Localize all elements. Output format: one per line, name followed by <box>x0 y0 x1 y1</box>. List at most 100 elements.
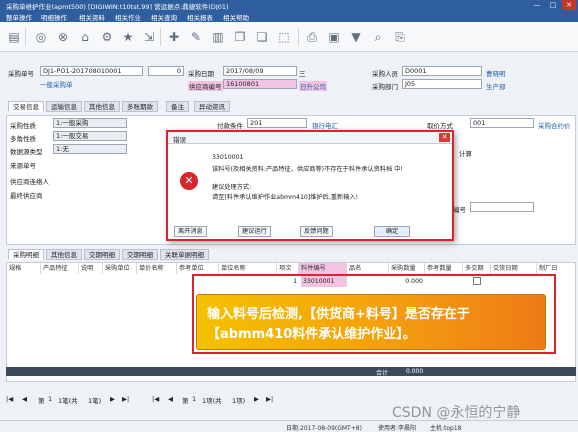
col-item-name[interactable]: 品名 <box>347 263 389 274</box>
payment-label: 付款条件 <box>217 122 243 130</box>
menu-related-jobs[interactable]: 相关作业 <box>115 12 141 22</box>
edit-icon[interactable]: ✎ <box>188 29 204 45</box>
tab-delivery-detail-2[interactable]: 交期明细 <box>122 249 158 260</box>
maximize-icon[interactable]: □ <box>546 0 560 10</box>
menu-related-reports[interactable]: 相关报表 <box>187 12 213 22</box>
pager-page[interactable]: 1 <box>48 395 52 403</box>
menu-related-help[interactable]: 相关帮助 <box>223 12 249 22</box>
toolbar-divider <box>160 28 161 46</box>
last-page-icon[interactable]: ▶| <box>122 395 129 403</box>
first-page-icon[interactable]: |◀ <box>6 395 13 403</box>
col-spec[interactable]: 规格 <box>7 263 41 274</box>
leave-message-button[interactable]: 离开消息 <box>174 226 207 237</box>
row-page[interactable]: 1 <box>192 395 196 403</box>
search-icon[interactable]: ⌕ <box>370 29 386 45</box>
col-purchase-unit[interactable]: 采购单位 <box>103 263 137 274</box>
po-date-field[interactable]: 2017/08/09 <box>223 66 297 76</box>
col-item-seq[interactable]: 项次 <box>277 263 299 274</box>
tab-remarks[interactable]: 备注 <box>166 101 189 112</box>
data-source-select[interactable]: 1:无 <box>53 144 127 154</box>
star-icon[interactable]: ★ <box>120 29 136 45</box>
attach-icon[interactable]: ⬚ <box>276 29 292 45</box>
dept-field[interactable]: J05 <box>402 79 482 89</box>
po-no-field[interactable]: DJ1-PO1-201708010001 <box>40 66 143 76</box>
feedback-button[interactable]: 反馈问题 <box>300 226 333 237</box>
tab-change-log[interactable]: 异动资讯 <box>194 101 230 112</box>
col-unit-name[interactable]: 单价名称 <box>137 263 177 274</box>
cancel-icon[interactable]: ⊗ <box>55 29 71 45</box>
home-icon[interactable]: ⌂ <box>77 29 93 45</box>
row-last-icon[interactable]: ▶| <box>266 395 273 403</box>
error-dialog: 错误 ✕ ✕ 33010001 该料号(及相关资料:产品特征、供应商等)不存在于… <box>166 130 454 241</box>
general-order-link[interactable]: 一般采购单 <box>40 79 73 89</box>
document-icon[interactable]: ▤ <box>6 29 22 45</box>
panel-icon[interactable]: ▣ <box>326 29 342 45</box>
export-icon[interactable]: ⇲ <box>141 29 157 45</box>
number-field[interactable] <box>470 202 534 212</box>
tab-delivery-detail[interactable]: 交期明细 <box>84 249 120 260</box>
col-purchase-qty[interactable]: 采购数量 <box>389 263 425 274</box>
col-feature[interactable]: 产品特征 <box>41 263 79 274</box>
buyer-name: 曹晓明 <box>486 70 506 78</box>
next-page-icon[interactable]: ▶ <box>110 395 115 403</box>
tab-other-info-bottom[interactable]: 其他信息 <box>46 249 82 260</box>
price-method-field[interactable]: 001 <box>470 118 534 128</box>
col-item-no[interactable]: 料件编号 <box>299 263 347 274</box>
tab-shipping-info[interactable]: 运输信息 <box>46 101 82 112</box>
suggest-run-button[interactable]: 建议运行 <box>238 226 271 237</box>
print-icon[interactable]: ⎙ <box>304 29 320 45</box>
toolbar-divider <box>298 28 299 46</box>
supplier-field[interactable]: 16100801 <box>223 79 297 89</box>
prev-page-icon[interactable]: ◀ <box>22 395 27 403</box>
tab-purchase-detail[interactable]: 采购明细 <box>8 249 44 260</box>
copy-all-icon[interactable]: ❏ <box>254 29 270 45</box>
bottom-tabs: 采购明细 其他信息 交期明细 交期明细 关联单据明细 <box>8 249 308 260</box>
col-desc[interactable]: 说明 <box>79 263 103 274</box>
col-delivery-date[interactable]: 交货日期 <box>491 263 537 274</box>
po-date-label: 采购日期 <box>188 70 214 78</box>
row-first-icon[interactable]: |◀ <box>152 395 159 403</box>
buyer-field[interactable]: D0001 <box>402 66 482 76</box>
purchase-nature-select[interactable]: 1:一般采购 <box>53 118 127 128</box>
status-host: 主机:top18 <box>430 425 462 432</box>
col-multi-delivery[interactable]: 多交期 <box>463 263 491 274</box>
buyer-label: 采购人员 <box>372 70 398 78</box>
menu-related-data[interactable]: 相关资料 <box>79 12 105 22</box>
dept-label: 采购部门 <box>372 83 398 91</box>
tab-multi-period[interactable]: 多账期款 <box>122 101 158 112</box>
menu-related-queries[interactable]: 相关查询 <box>151 12 177 22</box>
menu-whole-order[interactable]: 整单操作 <box>6 12 32 22</box>
close-icon[interactable]: ✕ <box>562 0 576 10</box>
minimize-icon[interactable]: — <box>530 0 544 10</box>
gear-icon[interactable]: ⚙ <box>99 29 115 45</box>
row-next-icon[interactable]: ▶ <box>254 395 259 403</box>
tab-related-docs[interactable]: 关联单据明细 <box>160 249 209 260</box>
check-icon[interactable]: ◎ <box>33 29 49 45</box>
detail-tabs: 交易信息 运输信息 其他信息 多账期款 备注 异动资讯 <box>8 101 308 112</box>
col-ref-unit[interactable]: 参考单位 <box>177 263 219 274</box>
delete-icon[interactable]: ▥ <box>210 29 226 45</box>
tab-other-info[interactable]: 其他信息 <box>84 101 120 112</box>
col-unit-name-2[interactable]: 单位名称 <box>219 263 277 274</box>
tab-trade-info[interactable]: 交易信息 <box>8 101 44 112</box>
dialog-close-icon[interactable]: ✕ <box>439 133 450 142</box>
ok-button[interactable]: 确定 <box>374 226 410 237</box>
clip-icon[interactable]: ⎘ <box>392 29 408 45</box>
add-icon[interactable]: ✚ <box>166 29 182 45</box>
watermark: CSDN @永恒的宁静 <box>392 405 521 421</box>
row-label: 第 <box>182 397 189 405</box>
weekday-label: 三 <box>299 70 306 78</box>
annotation-callout: 输入料号后检测,【供货商+料号】是否存在于 【abmm410料件承认维护作业】。 <box>196 294 546 350</box>
pager-label: 第 <box>38 397 45 405</box>
col-ref-qty[interactable]: 参考数量 <box>425 263 463 274</box>
payment-field[interactable]: 201 <box>247 118 307 128</box>
menu-detail-ops[interactable]: 明细操作 <box>41 12 67 22</box>
copy-icon[interactable]: ❐ <box>232 29 248 45</box>
dialog-suggestion-title: 建议处理方式: <box>212 184 252 191</box>
status-date: 日期:2017-08-09(GMT+8) <box>286 425 362 432</box>
seq-field[interactable]: 0 <box>148 66 184 76</box>
multi-role-select[interactable]: 1:一般交易 <box>53 131 127 141</box>
filter-icon[interactable]: ▼ <box>348 29 364 45</box>
col-factory-date[interactable]: 制厂日 <box>537 263 575 274</box>
row-prev-icon[interactable]: ◀ <box>168 395 173 403</box>
